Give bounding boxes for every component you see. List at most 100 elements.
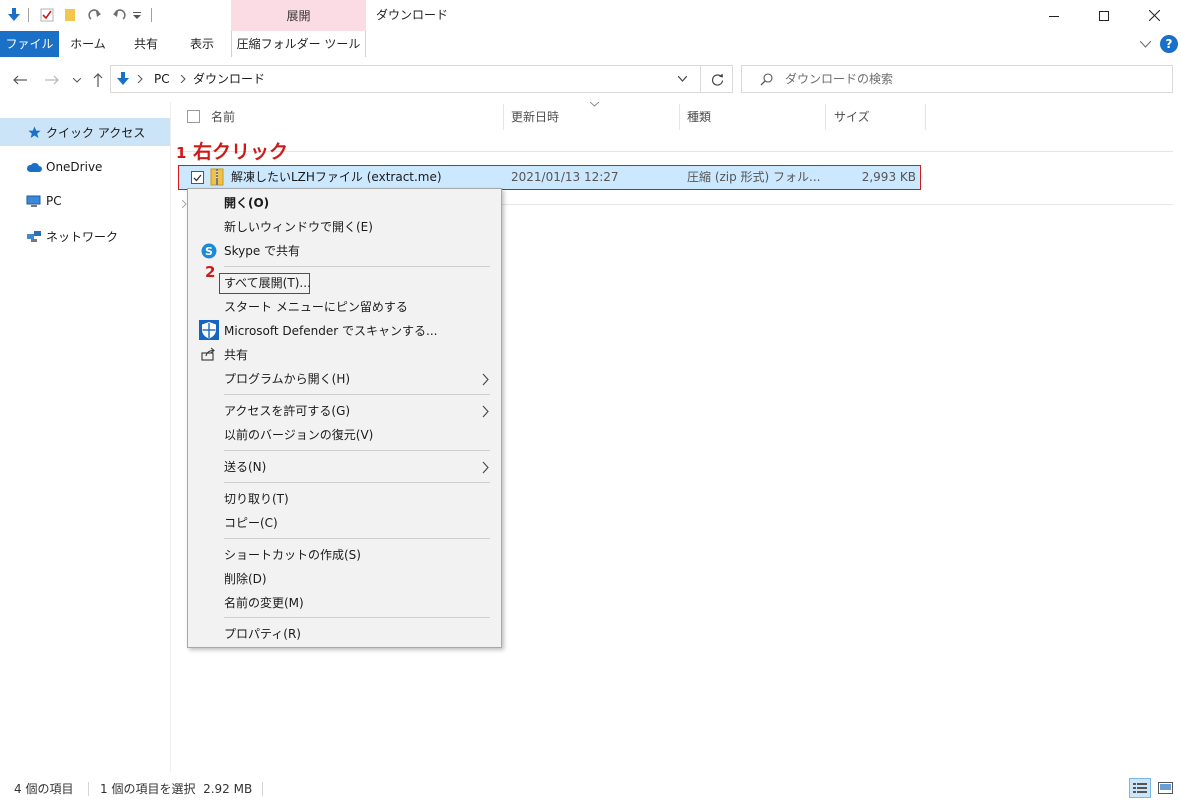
column-divider[interactable] [925,104,926,130]
sidebar-item-label: OneDrive [46,160,103,174]
menu-item-properties[interactable]: プロパティ(R) [224,623,301,645]
menu-item-create-shortcut[interactable]: ショートカットの作成(S) [224,544,361,566]
menu-separator [224,394,490,395]
back-arrow-icon[interactable] [10,70,30,90]
menu-item-give-access[interactable]: アクセスを許可する(G) [224,400,350,422]
column-header-name[interactable]: 名前 [211,104,501,130]
star-icon [26,124,42,140]
up-arrow-icon[interactable] [89,70,107,90]
tab-home[interactable]: ホーム [63,31,113,57]
svg-text:S: S [205,245,213,258]
submenu-arrow-icon [479,371,491,387]
tab-file[interactable]: ファイル [0,31,59,57]
column-divider[interactable] [679,104,680,130]
redo-icon[interactable] [86,6,104,24]
menu-item-defender-scan[interactable]: Microsoft Defender でスキャンする... [224,320,437,342]
recent-locations-chevron-icon[interactable] [70,70,84,90]
download-arrow-icon[interactable] [6,6,22,24]
expand-ribbon-icon[interactable] [1138,37,1152,51]
tab-share[interactable]: 共有 [121,31,171,57]
title-bar [0,0,1181,31]
annotation-step-2-number: 2 [205,263,216,281]
annotation-step-1-number: 1 [176,144,187,162]
column-header-type[interactable]: 種類 [687,104,817,130]
column-divider[interactable] [825,104,826,130]
file-size: 2,993 KB [861,170,916,184]
column-divider[interactable] [503,104,504,130]
column-header-modified[interactable]: 更新日時 [511,104,671,130]
file-type: 圧縮 (zip 形式) フォル... [687,170,821,184]
customize-toolbar-icon[interactable] [131,6,143,24]
annotation-step-1-label: 右クリック [193,141,289,163]
minimize-button[interactable] [1031,0,1077,31]
share-icon [199,344,219,364]
help-icon[interactable]: ? [1160,35,1178,53]
sidebar-item-label: ネットワーク [46,229,119,244]
menu-item-pin-to-start[interactable]: スタート メニューにピン留めする [224,296,408,318]
status-item-count: 4 個の項目 [14,782,74,796]
checkmark-icon [193,174,202,181]
window-title: ダウンロード [376,8,449,22]
tab-compressed-folder-tools[interactable]: 圧縮フォルダー ツール [231,31,366,57]
menu-item-copy[interactable]: コピー(C) [224,512,278,534]
file-name[interactable]: 解凍したいLZHファイル (extract.me) [231,165,442,190]
quick-access-separator [151,8,152,22]
new-folder-icon[interactable] [62,6,78,24]
status-separator [262,782,263,796]
menu-item-send-to[interactable]: 送る(N) [224,456,266,478]
maximize-icon [1099,10,1109,21]
breadcrumb-separator-icon [137,71,143,87]
defender-shield-icon [199,320,219,340]
status-selection: 1 個の項目を選択 2.92 MB [100,782,253,796]
menu-separator [224,617,490,618]
breadcrumb-pc[interactable]: PC [154,70,170,88]
menu-item-skype-share[interactable]: Skype で共有 [224,240,300,262]
menu-item-open[interactable]: 開く(O) [224,192,269,214]
close-button[interactable] [1131,0,1177,31]
search-icon [758,71,774,87]
undo-icon[interactable] [110,6,128,24]
menu-item-rename[interactable]: 名前の変更(M) [224,592,304,614]
column-header-size[interactable]: サイズ [834,104,919,130]
status-separator [88,782,89,796]
network-icon [26,228,42,244]
cloud-icon [26,159,42,175]
menu-item-restore-versions[interactable]: 以前のバージョンの復元(V) [224,424,373,446]
search-placeholder: ダウンロードの検索 [785,72,894,86]
menu-item-delete[interactable]: 削除(D) [224,568,267,590]
computer-icon [26,193,42,209]
properties-check-icon[interactable] [38,6,56,24]
menu-separator [224,482,490,483]
details-view-button[interactable] [1129,778,1151,798]
sidebar-item-onedrive[interactable]: OneDrive [0,153,170,181]
large-icons-view-button[interactable] [1154,778,1176,798]
sidebar-item-quick-access[interactable]: クイック アクセス [0,118,170,146]
downloads-folder-icon [117,71,131,87]
menu-item-cut[interactable]: 切り取り(T) [224,488,289,510]
menu-item-share[interactable]: 共有 [224,344,248,366]
menu-item-open-with[interactable]: プログラムから開く(H) [224,368,350,390]
sidebar-item-label: PC [46,194,62,208]
refresh-button[interactable] [700,65,733,93]
menu-item-open-new-window[interactable]: 新しいウィンドウで開く(E) [224,216,373,238]
maximize-button[interactable] [1081,0,1127,31]
sidebar-item-network[interactable]: ネットワーク [0,222,170,250]
select-all-checkbox[interactable] [187,110,200,123]
group-divider [178,151,1173,152]
group-divider [500,204,1173,205]
skype-icon: S [199,241,219,261]
menu-separator [224,450,490,451]
address-history-chevron-icon[interactable] [676,74,688,84]
refresh-icon [711,73,723,86]
file-modified: 2021/01/13 12:27 [511,170,619,184]
menu-item-extract-all[interactable]: すべて展開(T)... [224,272,311,294]
sidebar-item-pc[interactable]: PC [0,187,170,215]
breadcrumb-separator-icon [180,71,186,87]
row-checkbox-checked[interactable] [191,171,204,184]
forward-arrow-icon[interactable] [42,70,62,90]
quick-access-separator [28,8,29,22]
tab-view[interactable]: 表示 [177,31,227,57]
breadcrumb-downloads[interactable]: ダウンロード [193,70,265,88]
details-view-icon [1133,783,1147,793]
sidebar-item-label: クイック アクセス [46,125,146,140]
